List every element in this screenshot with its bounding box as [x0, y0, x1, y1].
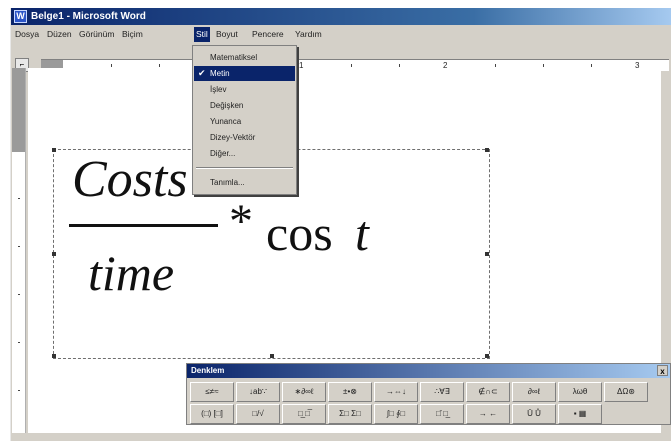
menu-gorunum[interactable]: Görünüm: [77, 27, 116, 42]
resize-handle[interactable]: [270, 354, 274, 358]
menu-stil[interactable]: Stil: [194, 27, 210, 42]
script-templates-button[interactable]: □̲ □̅: [282, 404, 326, 424]
style-option-degisken[interactable]: Değişken: [194, 98, 295, 113]
greek-upper-palette-button[interactable]: ΔΩ⊛: [604, 382, 648, 402]
ruler-tick: [591, 64, 592, 67]
ruler-tick: [18, 198, 20, 199]
ruler-tick: [543, 64, 544, 67]
equation-variable[interactable]: t: [355, 204, 369, 262]
toolbar-title: Denklem: [191, 366, 225, 375]
equation-operator[interactable]: *: [229, 194, 253, 250]
resize-handle[interactable]: [52, 148, 56, 152]
fraction-radical-templates-button[interactable]: □/√: [236, 404, 280, 424]
resize-handle[interactable]: [485, 354, 489, 358]
ruler-tick: [18, 390, 20, 391]
ruler-tick: [351, 64, 352, 67]
matrix-templates-button[interactable]: ▪ ▦: [558, 404, 602, 424]
style-option-dizey-vektor[interactable]: Dizey-Vektör: [194, 130, 295, 145]
fence-templates-button[interactable]: (□) [□]: [190, 404, 234, 424]
arrows-palette-button[interactable]: →⇔↓: [374, 382, 418, 402]
menu-option-label: Metin: [210, 69, 230, 78]
menu-option-label: İşlev: [210, 85, 227, 94]
menu-option-label: Matematiksel: [210, 53, 258, 62]
style-option-matematiksel[interactable]: Matematiksel: [194, 50, 295, 65]
relations-palette-button[interactable]: ≤≠≈: [190, 382, 234, 402]
close-icon[interactable]: x: [657, 365, 668, 376]
equation-function[interactable]: cos: [266, 204, 333, 262]
menu-separator: [196, 167, 293, 169]
equation-numerator[interactable]: Costs: [72, 150, 188, 210]
menu-option-label: Yunanca: [210, 117, 242, 126]
menu-dosya[interactable]: Dosya: [13, 27, 41, 42]
title-bar[interactable]: W Belge1 - Microsoft Word: [11, 8, 671, 25]
summation-templates-button[interactable]: Σ□ Σ□: [328, 404, 372, 424]
menu-bar: Dosya Düzen Görünüm Biçim Stil Boyut Pen…: [11, 27, 671, 42]
menu-option-label: Değişken: [210, 101, 244, 110]
menu-duzen[interactable]: Düzen: [45, 27, 74, 42]
toolbar-title-bar[interactable]: Denklem x: [187, 364, 670, 378]
greek-lower-palette-button[interactable]: λωθ: [558, 382, 602, 402]
menu-option-label: Tanımla...: [210, 178, 245, 187]
window-title: Belge1 - Microsoft Word: [31, 11, 146, 22]
equation-toolbar: Denklem x ≤≠≈ ↓ab∵ ∗∂∞ℓ ±•⊗ →⇔↓ ∴∀∃ ∉∩⊂ …: [186, 363, 671, 425]
menu-bicim[interactable]: Biçim: [120, 27, 145, 42]
integral-templates-button[interactable]: ∫□ ∮□: [374, 404, 418, 424]
menu-yardim[interactable]: Yardım: [293, 27, 324, 42]
ruler-tick: [18, 294, 20, 295]
resize-handle[interactable]: [485, 252, 489, 256]
ruler-tick: [159, 64, 160, 67]
ruler-tick: [399, 64, 400, 67]
bar-templates-button[interactable]: □̄ □̲: [420, 404, 464, 424]
equation-denominator[interactable]: time: [88, 244, 174, 302]
menu-pencere[interactable]: Pencere: [250, 27, 286, 42]
embellishments-palette-button[interactable]: ∗∂∞ℓ: [282, 382, 326, 402]
labeled-arrow-templates-button[interactable]: → ←: [466, 404, 510, 424]
ruler-tick: [18, 246, 20, 247]
top-margin-area: [12, 68, 25, 152]
style-option-islev[interactable]: İşlev: [194, 82, 295, 97]
style-option-yunanca[interactable]: Yunanca: [194, 114, 295, 129]
word-icon[interactable]: W: [14, 10, 27, 23]
style-menu-dropdown: Matematiksel ✔ Metin İşlev Değişken Yuna…: [192, 45, 297, 195]
fraction-bar: [69, 224, 218, 227]
style-option-tanimla[interactable]: Tanımla...: [194, 175, 295, 190]
menu-option-label: Diğer...: [210, 149, 236, 158]
resize-handle[interactable]: [52, 252, 56, 256]
operators-palette-button[interactable]: ±•⊗: [328, 382, 372, 402]
style-option-diger[interactable]: Diğer...: [194, 146, 295, 161]
product-templates-button[interactable]: Ū Ů: [512, 404, 556, 424]
spaces-palette-button[interactable]: ↓ab∵: [236, 382, 280, 402]
ruler-tick: [18, 342, 20, 343]
menu-boyut[interactable]: Boyut: [214, 27, 240, 42]
vertical-ruler[interactable]: [12, 68, 26, 433]
misc-symbols-palette-button[interactable]: ∂∞ℓ: [512, 382, 556, 402]
set-theory-palette-button[interactable]: ∉∩⊂: [466, 382, 510, 402]
menu-option-label: Dizey-Vektör: [210, 133, 256, 142]
resize-handle[interactable]: [485, 148, 489, 152]
ruler-tick: [111, 64, 112, 67]
ruler-tick: [495, 64, 496, 67]
logic-palette-button[interactable]: ∴∀∃: [420, 382, 464, 402]
resize-handle[interactable]: [52, 354, 56, 358]
style-option-metin[interactable]: ✔ Metin: [194, 66, 295, 81]
checkmark-icon: ✔: [198, 68, 206, 78]
